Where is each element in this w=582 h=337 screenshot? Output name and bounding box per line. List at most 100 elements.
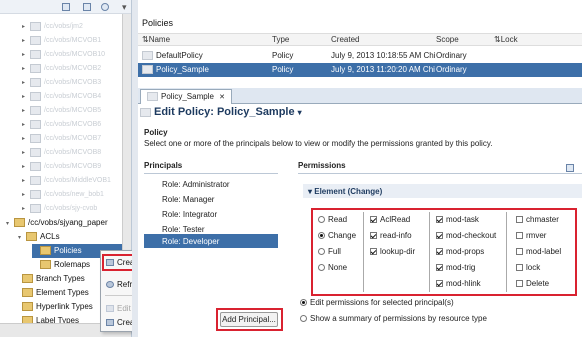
checkbox[interactable]: [516, 264, 523, 272]
principal-item[interactable]: Role: Manager: [162, 195, 214, 204]
tree-item-vob[interactable]: ▸/cc/vobs/MCVOB2: [22, 62, 101, 76]
perm-mod-label[interactable]: mod-label: [516, 247, 561, 256]
perm-mod-props[interactable]: mod-props: [436, 247, 484, 256]
principal-item-selected[interactable]: Role: Developer: [162, 237, 219, 246]
radio-edit-permissions[interactable]: [300, 299, 307, 307]
checkbox[interactable]: [516, 232, 523, 240]
refresh-icon: [106, 281, 114, 288]
tree-item-vob[interactable]: ▸/cc/vobs/MCVOB6: [22, 118, 101, 132]
checkbox[interactable]: [436, 216, 443, 224]
tree-item-vob[interactable]: ▸/cc/vobs/MiddleVOB1: [22, 174, 111, 188]
tree-item-vob[interactable]: ▸/cc/vobs/MCVOB8: [22, 146, 101, 160]
tab-policy-sample[interactable]: Policy_Sample ✕: [140, 89, 233, 104]
tree-item-vob[interactable]: ▸/cc/vobs/MCVOB3: [22, 76, 101, 90]
column-header-name[interactable]: ⇅Name: [142, 33, 170, 47]
option-edit-permissions[interactable]: Edit permissions for selected principal(…: [300, 298, 454, 307]
checkbox[interactable]: [370, 216, 377, 224]
collapse-all-icon[interactable]: [62, 3, 70, 11]
minimize-icon[interactable]: [566, 164, 574, 172]
link-editor-icon[interactable]: [83, 3, 91, 11]
tree-item-vob[interactable]: ▸/cc/vobs/jm2: [22, 20, 83, 34]
tree-item-label: /cc/vobs/MCVOB8: [44, 149, 102, 156]
level-change[interactable]: Change: [318, 231, 356, 240]
tree-item-vob[interactable]: ▸/cc/vobs/sjy-cvob: [22, 202, 97, 216]
perm-read-info[interactable]: read-info: [370, 231, 412, 240]
policy-description: Select one or more of the principals bel…: [144, 139, 493, 148]
checkbox[interactable]: [370, 248, 377, 256]
perm-aclread[interactable]: AclRead: [370, 215, 410, 224]
principal-item[interactable]: Role: Administrator: [162, 180, 230, 189]
tree-item-label: /cc/vobs/MCVOB2: [44, 65, 102, 72]
table-header: ⇅Name Type Created Scope ⇅Lock: [138, 33, 582, 46]
column-divider: [429, 212, 430, 292]
tree-item-hyperlink-types[interactable]: Hyperlink Types: [22, 300, 93, 314]
editor-title: Edit Policy: Policy_Sample ▾: [140, 106, 302, 118]
vob-icon: [30, 105, 41, 115]
level-none[interactable]: None: [318, 263, 347, 272]
radio-none[interactable]: [318, 264, 325, 272]
perm-lock[interactable]: lock: [516, 263, 540, 272]
radio-summary[interactable]: [300, 315, 307, 323]
radio-read[interactable]: [318, 216, 325, 224]
tree-item-rolemaps[interactable]: Rolemaps: [32, 258, 90, 272]
tree-item-vob[interactable]: ▸/cc/vobs/MCVOB4: [22, 90, 101, 104]
view-menu-chevron-icon[interactable]: ▾: [122, 2, 127, 13]
tree-item-acls[interactable]: ▾ ACLs: [18, 230, 60, 244]
tree-item-vob[interactable]: ▸/cc/vobs/MCVOB9: [22, 160, 101, 174]
perm-lookup-dir[interactable]: lookup-dir: [370, 247, 415, 256]
tree-item-label: /cc/vobs/MCVOB7: [44, 135, 102, 142]
checkbox[interactable]: [370, 232, 377, 240]
permissions-heading: Permissions: [298, 161, 346, 170]
column-header-created[interactable]: Created: [331, 33, 359, 47]
working-set-icon: [106, 319, 114, 326]
principals-divider: [144, 173, 278, 174]
tree-item-vob[interactable]: ▸/cc/vobs/MCVOB5: [22, 104, 101, 118]
radio-full[interactable]: [318, 248, 325, 256]
tree-item-element-types[interactable]: Element Types: [22, 286, 89, 300]
tree-item-vob[interactable]: ▸/cc/vobs/MCVOB7: [22, 132, 101, 146]
principal-item[interactable]: Role: Tester: [162, 225, 205, 234]
perm-mod-trig[interactable]: mod-trig: [436, 263, 475, 272]
checkbox[interactable]: [516, 216, 523, 224]
policy-editor: Edit Policy: Policy_Sample ▾ Policy Sele…: [138, 104, 582, 337]
table-row-selected[interactable]: Policy_Sample Policy July 9, 2013 11:20:…: [138, 63, 582, 77]
tree-item-label: /cc/vobs/MCVOB5: [44, 107, 102, 114]
close-tab-icon[interactable]: ✕: [219, 94, 225, 101]
checkbox[interactable]: [436, 280, 443, 288]
column-header-lock[interactable]: ⇅Lock: [494, 33, 518, 47]
vob-icon: [30, 35, 41, 45]
perm-delete[interactable]: Delete: [516, 279, 549, 288]
vob-icon: [30, 21, 41, 31]
checkbox[interactable]: [436, 232, 443, 240]
perm-chmaster[interactable]: chmaster: [516, 215, 559, 224]
tree-item-branch-types[interactable]: Branch Types: [22, 272, 85, 286]
vob-icon: [30, 189, 41, 199]
view-menu-icon[interactable]: [101, 3, 109, 11]
level-read[interactable]: Read: [318, 215, 347, 224]
option-summary[interactable]: Show a summary of permissions by resourc…: [300, 314, 487, 323]
checkbox[interactable]: [516, 248, 523, 256]
checkbox[interactable]: [436, 264, 443, 272]
tree-item-label: /cc/vobs/new_bob1: [44, 191, 104, 198]
level-full[interactable]: Full: [318, 247, 341, 256]
element-heading[interactable]: ▾ Element (Change): [308, 187, 382, 196]
checkbox[interactable]: [516, 280, 523, 288]
tree-toolbar: [0, 0, 131, 14]
radio-change[interactable]: [318, 232, 325, 240]
tree-item-project[interactable]: ▾/cc/vobs/sjyang_paper: [6, 216, 108, 230]
column-header-scope[interactable]: Scope: [436, 33, 459, 47]
tree-item-vob[interactable]: ▸/cc/vobs/new_bob1: [22, 188, 104, 202]
tree-item-vob[interactable]: ▸/cc/vobs/MCVOB1: [22, 34, 101, 48]
table-row[interactable]: DefaultPolicy Policy July 9, 2013 10:18:…: [138, 49, 582, 63]
checkbox[interactable]: [436, 248, 443, 256]
title-menu-icon[interactable]: ▾: [298, 108, 302, 117]
perm-rmver[interactable]: rmver: [516, 231, 546, 240]
perm-mod-hlink[interactable]: mod-hlink: [436, 279, 481, 288]
vob-icon: [30, 63, 41, 73]
perm-mod-checkout[interactable]: mod-checkout: [436, 231, 496, 240]
tree-item-label: /cc/vobs/MCVOB4: [44, 93, 102, 100]
perm-mod-task[interactable]: mod-task: [436, 215, 479, 224]
principal-item[interactable]: Role: Integrator: [162, 210, 217, 219]
tree-item-vob[interactable]: ▸/cc/vobs/MCVOB10: [22, 48, 105, 62]
column-header-type[interactable]: Type: [272, 33, 289, 47]
